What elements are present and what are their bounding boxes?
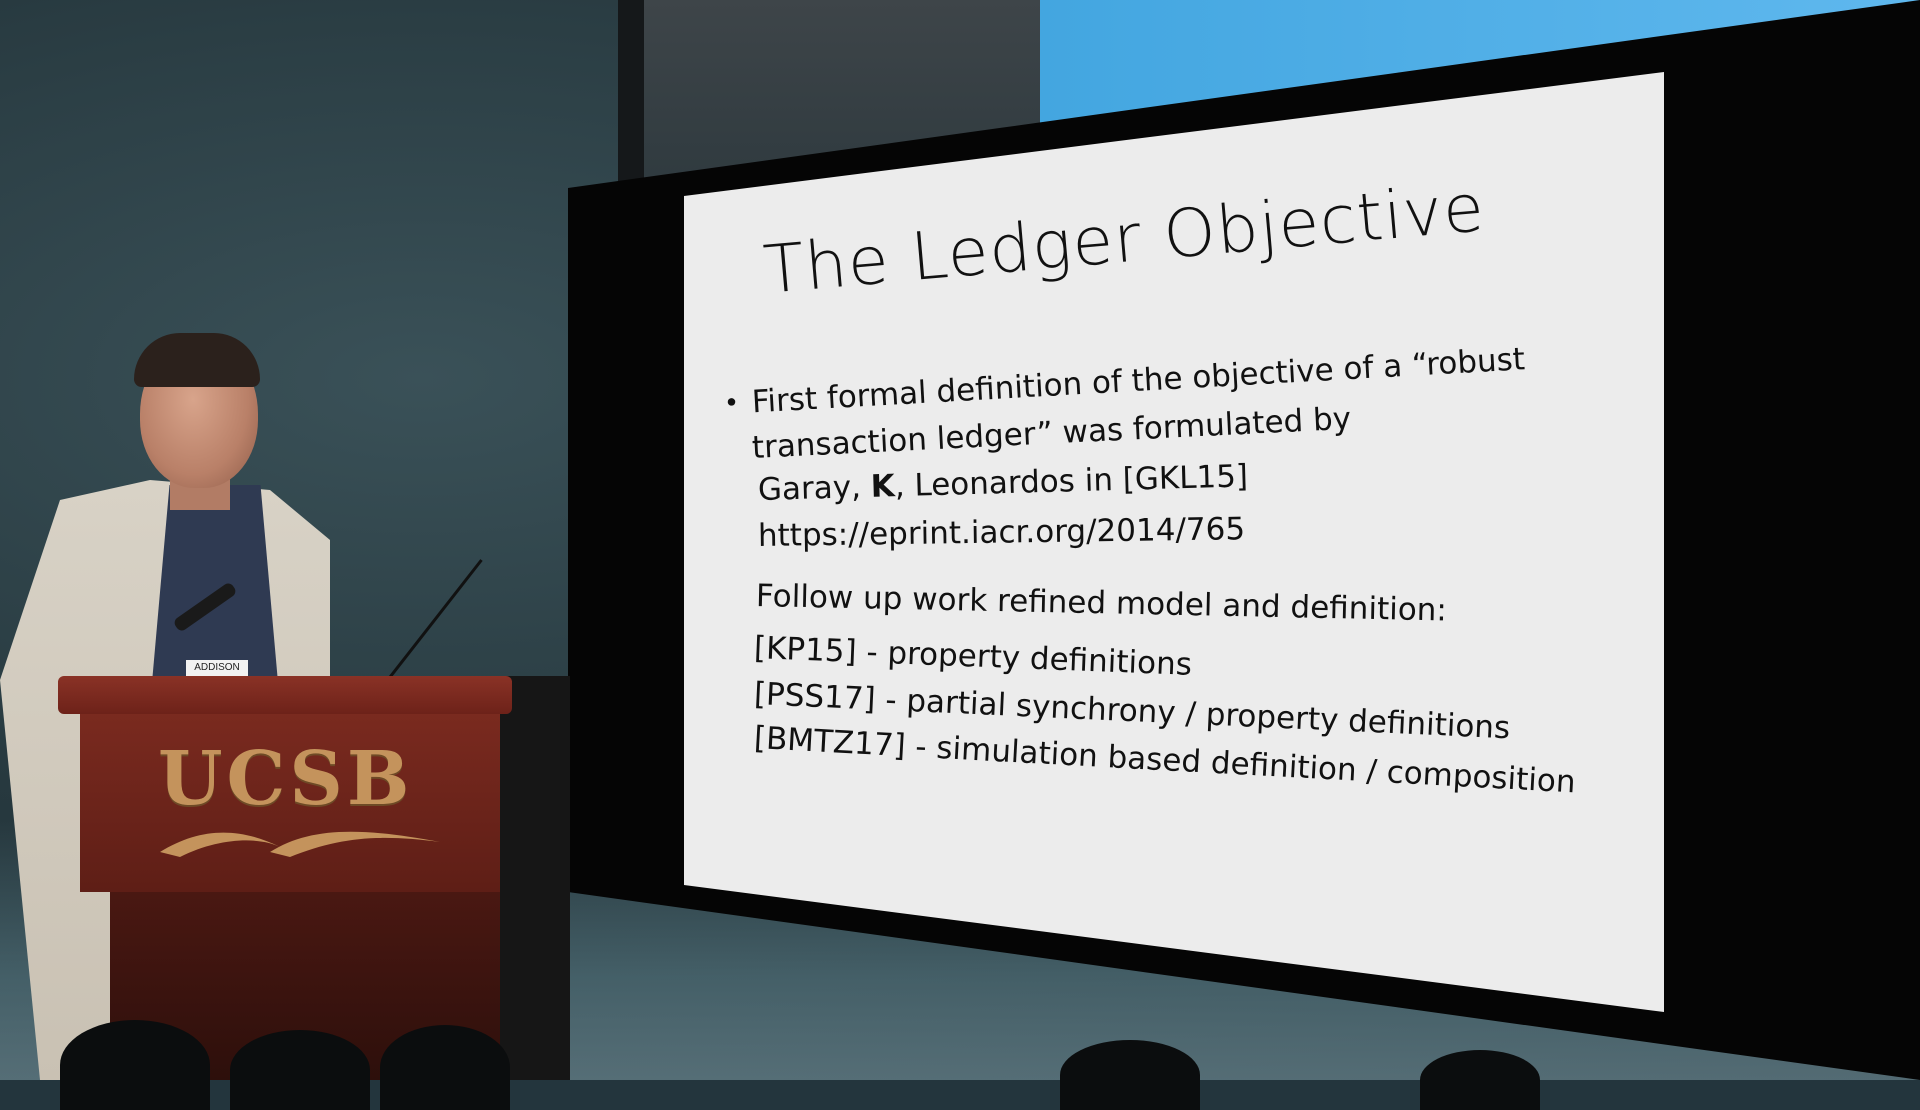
paper-link[interactable]: https://eprint.iacr.org/2014/765: [758, 507, 1246, 559]
authors-prefix: Garay,: [757, 468, 872, 508]
presenter-hair: [134, 333, 260, 387]
wave-logo-icon: [160, 831, 440, 857]
slide-title: The Ledger Objective: [760, 169, 1488, 309]
podium-label: ADDISON: [186, 660, 248, 676]
podium-top: [58, 676, 512, 714]
audience-silhouettes: [0, 1000, 1920, 1110]
authors-suffix: , Leonardos in [GKL15]: [894, 458, 1249, 505]
podium-logo: UCSB: [158, 736, 414, 822]
bullet-icon: •: [723, 388, 741, 419]
audience-head: [60, 1020, 210, 1110]
support-pole: [618, 0, 644, 190]
authors-bold: K: [870, 468, 896, 505]
audience-head: [1420, 1050, 1540, 1110]
audience-head: [230, 1030, 370, 1110]
audience-head: [380, 1025, 510, 1110]
presentation-slide: The Ledger Objective • First formal defi…: [684, 72, 1664, 1012]
followup-heading: Follow up work refined model and definit…: [755, 578, 1448, 629]
audience-head: [1060, 1040, 1200, 1110]
